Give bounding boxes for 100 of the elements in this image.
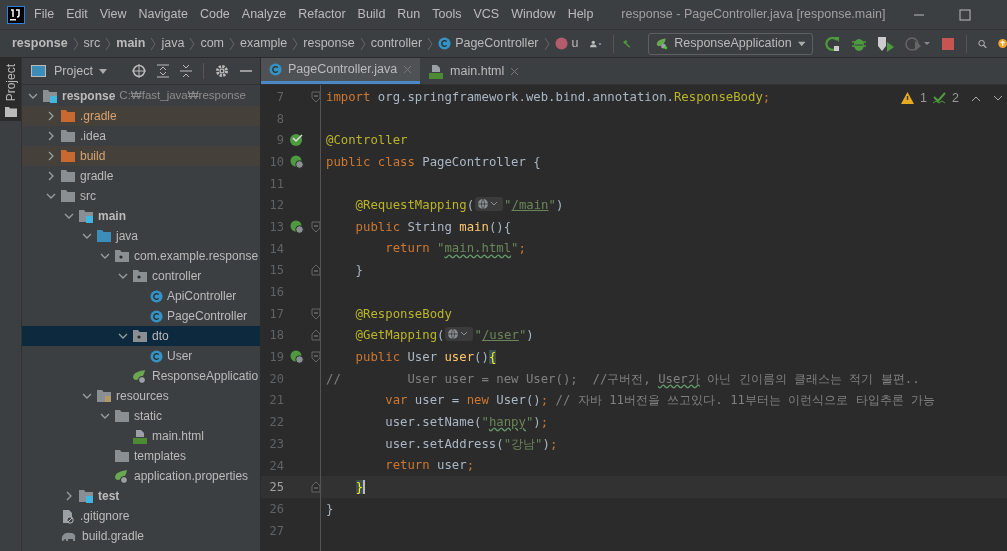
breadcrumb[interactable]: com [200, 34, 224, 53]
breadcrumb[interactable]: main [116, 34, 146, 53]
class-icon [269, 63, 282, 76]
tree-row[interactable]: build [22, 146, 260, 166]
breadcrumb[interactable]: controller [370, 34, 423, 53]
tree-row[interactable]: templates [22, 446, 260, 466]
tree-item-label: PageController [167, 308, 248, 325]
tree-row[interactable]: gradle [22, 166, 260, 186]
line-number: 23 [268, 435, 284, 453]
menu-item[interactable]: View [99, 5, 127, 24]
fold-marker-icon[interactable] [310, 264, 321, 277]
inspection-widget[interactable]: 1 2 [901, 89, 1003, 108]
package-icon [114, 249, 130, 263]
stop-icon[interactable] [941, 36, 956, 51]
editor-tab[interactable]: main.html [420, 58, 528, 84]
breadcrumb[interactable]: src [83, 34, 101, 53]
globe-inlay-icon[interactable] [445, 327, 474, 342]
next-icon[interactable] [993, 94, 1003, 102]
tree-row[interactable]: resources [22, 386, 260, 406]
menu-item[interactable]: Code [199, 5, 230, 24]
method-icon [554, 37, 568, 50]
menu-item[interactable]: Help [567, 5, 594, 24]
code-line: @RequestMapping( "/main") [354, 196, 564, 215]
tree-row[interactable]: java [22, 226, 260, 246]
tree-row[interactable]: application.properties [22, 466, 260, 486]
tree-row[interactable]: PageController [22, 306, 260, 326]
fold-marker-icon[interactable] [310, 481, 321, 494]
tree-row[interactable]: test [22, 486, 260, 506]
web-endpoint-icon[interactable] [290, 154, 304, 169]
tree-row[interactable]: main.html [22, 426, 260, 446]
menu-item[interactable]: Refactor [298, 5, 346, 24]
tree-row[interactable]: static [22, 406, 260, 426]
tree-row[interactable]: dto [22, 326, 260, 346]
menu-item[interactable]: VCS [473, 5, 500, 24]
maximize-icon[interactable] [959, 8, 971, 21]
menu-item[interactable]: Navigate [138, 5, 188, 24]
tree-row[interactable]: main [22, 206, 260, 226]
tree-row[interactable]: .gitignore [22, 506, 260, 526]
tree-row[interactable]: build.gradle [22, 526, 260, 546]
menu-item[interactable]: Build [357, 5, 386, 24]
editor-tab[interactable]: PageController.java [261, 58, 421, 84]
breadcrumb[interactable]: response [12, 34, 68, 53]
tree-row[interactable]: com.example.response [22, 246, 260, 266]
menu-item[interactable]: Window [511, 5, 556, 24]
class-icon [150, 349, 163, 363]
locate-icon[interactable] [132, 64, 146, 78]
web-endpoint-icon[interactable] [290, 350, 304, 365]
fold-marker-icon[interactable] [310, 307, 321, 320]
panel-title-dropdown[interactable]: Project [54, 61, 107, 81]
tree-row[interactable]: .gradle [22, 106, 260, 126]
tree-row[interactable]: response C:₩fast_java₩response [22, 86, 260, 106]
breadcrumb[interactable]: u [554, 34, 579, 53]
tree-item-label: resources [116, 388, 169, 405]
code-line: @ResponseBody [354, 305, 452, 323]
tree-row[interactable]: src [22, 186, 260, 206]
side-tab[interactable]: Project [0, 58, 21, 122]
menu-item[interactable]: Run [397, 5, 421, 24]
line-number: 19 [268, 349, 284, 367]
collapse-all-icon[interactable] [180, 64, 192, 78]
rerun-icon[interactable] [825, 35, 842, 52]
line-number: 26 [268, 500, 284, 518]
line-number: 9 [275, 132, 284, 150]
fold-marker-icon[interactable] [310, 351, 321, 364]
tree-item-label: .gitignore [80, 508, 130, 525]
breadcrumb[interactable]: java [161, 34, 185, 53]
tree-row[interactable]: controller [22, 266, 260, 286]
tree-row[interactable]: ApiController [22, 286, 260, 306]
breadcrumb[interactable]: example [240, 34, 288, 53]
previous-icon[interactable] [971, 94, 981, 102]
tree-row[interactable]: .idea [22, 126, 260, 146]
fold-marker-icon[interactable] [310, 90, 321, 103]
html-file-icon [428, 63, 445, 79]
menu-item[interactable]: Tools [432, 5, 462, 24]
web-endpoint-icon[interactable] [290, 219, 304, 234]
coverage-icon[interactable] [877, 35, 896, 52]
bean-icon[interactable] [290, 133, 304, 148]
app-logo-icon[interactable] [7, 5, 25, 24]
menu-item[interactable]: File [34, 5, 55, 24]
fold-marker-icon[interactable] [310, 329, 321, 342]
fold-marker-icon[interactable] [310, 220, 321, 233]
warning-icon [901, 92, 915, 105]
tree-item-label: controller [152, 268, 202, 285]
code-line: public User user(){ [354, 348, 497, 366]
tree-item-label: templates [134, 448, 187, 465]
tree-item-label: .idea [80, 128, 107, 145]
ignored-file-icon [60, 508, 76, 524]
settings-icon[interactable] [215, 64, 229, 78]
tree-row[interactable]: ResponseApplicatio [22, 366, 260, 386]
tree-item-label: dto [152, 328, 169, 345]
expand-all-icon[interactable] [157, 64, 169, 78]
breadcrumb[interactable]: response [303, 34, 355, 53]
menu-item[interactable]: Edit [66, 5, 88, 24]
class-icon [150, 309, 163, 323]
menu-item[interactable]: Analyze [241, 5, 287, 24]
globe-inlay-icon[interactable] [475, 197, 504, 212]
tree-row[interactable]: User [22, 346, 260, 366]
close-icon[interactable] [510, 66, 520, 76]
breadcrumb[interactable]: PageController [438, 34, 539, 53]
line-number: 13 [268, 218, 284, 236]
run-configuration-dropdown[interactable]: ResponseApplication [648, 32, 814, 55]
